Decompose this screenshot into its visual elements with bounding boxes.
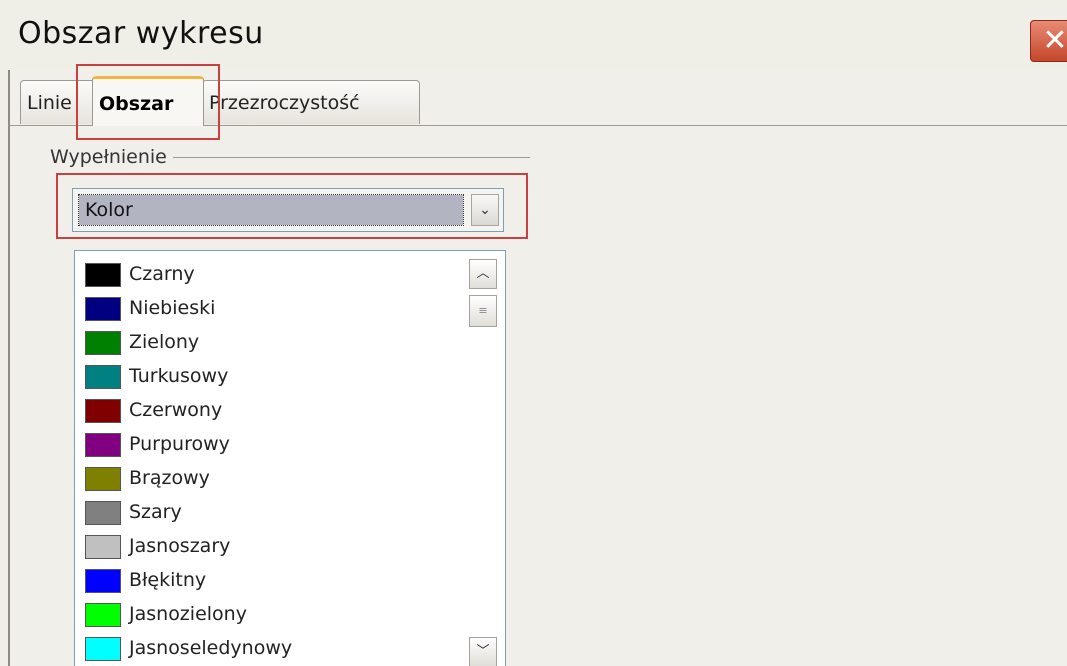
close-button[interactable]: ✕ <box>1030 20 1067 62</box>
title-bar: Obszar wykresu ✕ <box>0 0 1067 70</box>
color-label-green: Zielony <box>129 331 200 353</box>
color-item-light-blue[interactable]: Błękitny <box>81 561 461 595</box>
fill-group-label: Wypełnienie <box>50 146 173 168</box>
color-item-light-green[interactable]: Jasnozielony <box>81 595 461 629</box>
color-label-light-gray: Jasnoszary <box>129 535 231 557</box>
color-swatch-black <box>85 263 121 287</box>
highlight-tab-area <box>76 64 220 140</box>
color-item-black[interactable]: Czarny <box>81 255 461 289</box>
color-item-green[interactable]: Zielony <box>81 323 461 357</box>
scroll-up-button[interactable]: ︿ <box>469 259 497 289</box>
color-swatch-green <box>85 331 121 355</box>
color-list[interactable]: Czarny Niebieski Zielony Turkusowy Czerw… <box>74 250 506 666</box>
color-item-gray[interactable]: Szary <box>81 493 461 527</box>
color-swatch-blue <box>85 297 121 321</box>
color-label-red: Czerwony <box>129 399 223 421</box>
color-item-red[interactable]: Czerwony <box>81 391 461 425</box>
grip-icon: ≡ <box>478 304 488 317</box>
color-label-purple: Purpurowy <box>129 433 230 455</box>
close-icon: ✕ <box>1042 23 1067 58</box>
color-label-light-cyan: Jasnoseledynowy <box>129 637 293 659</box>
color-label-light-green: Jasnozielony <box>129 603 247 625</box>
color-swatch-light-green <box>85 603 121 627</box>
dialog-title: Obszar wykresu <box>18 16 264 51</box>
color-swatch-gray <box>85 501 121 525</box>
color-item-blue[interactable]: Niebieski <box>81 289 461 323</box>
tab-transparency-label: Przezroczystość <box>209 92 360 114</box>
color-item-turquoise[interactable]: Turkusowy <box>81 357 461 391</box>
color-label-light-blue: Błękitny <box>129 569 207 591</box>
chart-area-dialog: Obszar wykresu ✕ Linie Przezroczystość O… <box>0 0 1067 666</box>
color-item-brown[interactable]: Brązowy <box>81 459 461 493</box>
scrollbar-thumb[interactable]: ≡ <box>469 295 497 327</box>
chevron-down-icon: ﹀ <box>476 644 490 659</box>
tab-transparency[interactable]: Przezroczystość <box>202 80 420 124</box>
color-swatch-light-cyan <box>85 637 121 661</box>
tab-lines-label: Linie <box>27 92 72 114</box>
color-swatch-turquoise <box>85 365 121 389</box>
color-item-light-gray[interactable]: Jasnoszary <box>81 527 461 561</box>
color-label-blue: Niebieski <box>129 297 216 319</box>
color-swatch-red <box>85 399 121 423</box>
highlight-fill-dropdown <box>56 173 528 239</box>
color-label-gray: Szary <box>129 501 182 523</box>
color-label-turquoise: Turkusowy <box>129 365 229 387</box>
color-item-purple[interactable]: Purpurowy <box>81 425 461 459</box>
chevron-up-icon: ︿ <box>476 266 490 281</box>
color-swatch-light-blue <box>85 569 121 593</box>
color-item-light-cyan[interactable]: Jasnoseledynowy <box>81 629 461 663</box>
color-label-black: Czarny <box>129 263 195 285</box>
color-swatch-brown <box>85 467 121 491</box>
color-swatch-purple <box>85 433 121 457</box>
color-label-brown: Brązowy <box>129 467 210 489</box>
color-swatch-light-gray <box>85 535 121 559</box>
scroll-down-button[interactable]: ﹀ <box>469 637 497 666</box>
